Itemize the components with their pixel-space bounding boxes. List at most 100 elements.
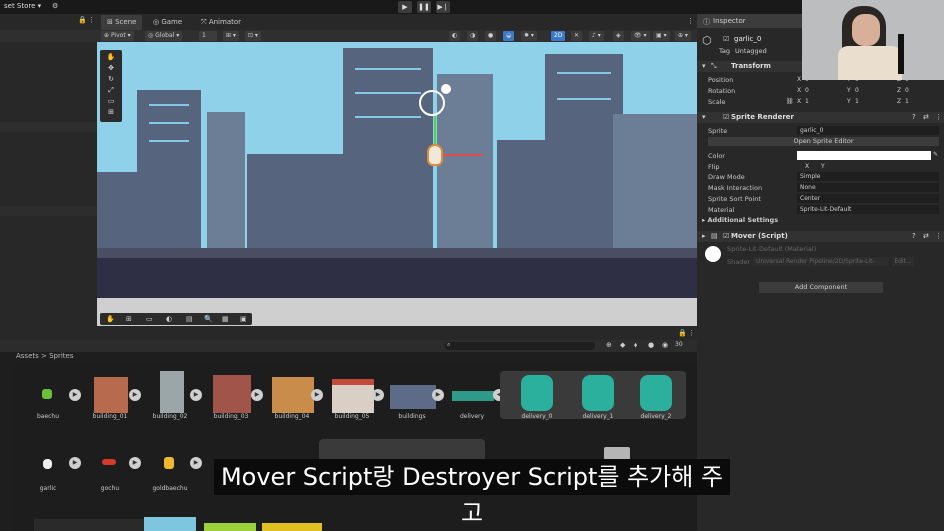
- more-icon[interactable]: ⋮: [687, 17, 694, 25]
- scale-tool-icon[interactable]: ⤢: [105, 86, 117, 95]
- hierarchy-row[interactable]: [0, 122, 97, 132]
- hand-tool-icon[interactable]: ✋: [105, 53, 117, 62]
- asset-item[interactable]: delivery_0: [509, 371, 565, 420]
- more-icon[interactable]: ⋮: [935, 232, 942, 240]
- expand-icon[interactable]: ▶: [129, 457, 141, 469]
- rect-icon[interactable]: ▭: [146, 315, 153, 323]
- grid-icon[interactable]: ⊞: [126, 315, 132, 323]
- mask-interaction-dropdown[interactable]: None: [797, 183, 939, 192]
- preset-icon[interactable]: ⇄: [923, 232, 929, 240]
- rotate-tool-icon[interactable]: ↻: [105, 75, 117, 84]
- rotation-z-field[interactable]: 0: [905, 87, 909, 94]
- tab-animator[interactable]: ⤧ Animator: [195, 15, 247, 30]
- grid-size-field[interactable]: 1: [199, 31, 217, 41]
- asset-item[interactable]: gochu: [82, 443, 138, 492]
- more-icon[interactable]: ⋮: [88, 16, 95, 24]
- object-name-field[interactable]: garlic_0: [734, 35, 761, 43]
- breadcrumb[interactable]: Assets > Sprites: [16, 352, 74, 360]
- type-filter-icon[interactable]: ◆: [620, 341, 625, 349]
- rotation-y-field[interactable]: 0: [855, 87, 859, 94]
- search-input[interactable]: [445, 342, 595, 350]
- scale-z-field[interactable]: 1: [905, 98, 909, 105]
- sprite-renderer-header[interactable]: ▾ ☑ Sprite Renderer ? ⇄ ⋮: [697, 112, 944, 123]
- brush-icon[interactable]: ▣: [240, 315, 247, 323]
- flip-y-checkbox[interactable]: Y: [821, 163, 825, 170]
- hidden-icon[interactable]: ●: [648, 341, 654, 349]
- asset-item[interactable]: delivery: [444, 371, 500, 420]
- asset-thumbnail[interactable]: [204, 523, 256, 531]
- audio-icon[interactable]: ♪ ▾: [589, 31, 604, 41]
- flip-x-checkbox[interactable]: X: [805, 163, 809, 170]
- gizmos-dropdown[interactable]: ⊕ ▾: [675, 31, 691, 41]
- play-button[interactable]: ▶: [398, 1, 412, 13]
- lock-icon[interactable]: 🔒: [678, 329, 687, 337]
- open-sprite-editor-button[interactable]: Open Sprite Editor: [708, 137, 939, 146]
- visibility-icon[interactable]: 👁 ▾: [631, 31, 650, 41]
- pivot-dropdown[interactable]: ⊕ Pivot ▾: [101, 31, 134, 41]
- asset-store-menu[interactable]: set Store ▾: [4, 2, 41, 10]
- lock-icon[interactable]: 🔒: [78, 16, 87, 24]
- tag-dropdown[interactable]: Untagged: [735, 47, 767, 55]
- asset-item[interactable]: baechu: [20, 371, 76, 420]
- shader-dropdown[interactable]: Universal Render Pipeline/2D/Sprite-Lit-: [753, 257, 889, 266]
- cloud-icon[interactable]: ⚙: [52, 2, 58, 10]
- move-tool-icon[interactable]: ✥: [105, 64, 117, 73]
- eyedropper-icon[interactable]: ✎: [933, 151, 938, 158]
- tab-inspector[interactable]: ⓘ Inspector: [697, 14, 802, 28]
- zoom-icon[interactable]: 🔍: [204, 315, 213, 323]
- more-icon[interactable]: ⋮: [688, 329, 695, 337]
- hand-icon[interactable]: ✋: [106, 315, 115, 323]
- layers-icon[interactable]: ▤: [186, 315, 193, 323]
- preset-icon[interactable]: ⇄: [923, 113, 929, 121]
- tab-game[interactable]: ◎ Game: [147, 15, 188, 30]
- label-filter-icon[interactable]: ⬧: [634, 341, 637, 350]
- gizmo-icon[interactable]: ✹ ▾: [521, 31, 537, 41]
- asset-thumbnail[interactable]: [262, 523, 322, 531]
- edit-shader-button[interactable]: Edit...: [892, 257, 914, 266]
- asset-thumbnail[interactable]: [144, 517, 196, 531]
- garlic-sprite[interactable]: [427, 144, 443, 166]
- enabled-checkbox[interactable]: ☑: [723, 113, 729, 121]
- pause-button[interactable]: ❚❚: [417, 1, 431, 13]
- expand-icon[interactable]: ▶: [190, 457, 202, 469]
- camera-icon[interactable]: ▣ ▾: [653, 31, 670, 41]
- rotate-icon[interactable]: ◐: [166, 315, 172, 323]
- asset-item[interactable]: [34, 519, 144, 531]
- scene-view[interactable]: [97, 42, 697, 326]
- additional-settings-foldout[interactable]: ▸ Additional Settings: [702, 216, 778, 224]
- rotation-x-field[interactable]: 0: [805, 87, 809, 94]
- expand-icon[interactable]: ▶: [432, 389, 444, 401]
- asset-item[interactable]: garlic: [20, 443, 76, 492]
- lighting-icon[interactable]: ●: [485, 31, 497, 41]
- expand-icon[interactable]: ▶: [129, 389, 141, 401]
- expand-icon[interactable]: ▶: [251, 389, 263, 401]
- filter-icon[interactable]: ⊕: [606, 341, 612, 349]
- enabled-checkbox[interactable]: ☑: [723, 232, 729, 240]
- asset-item[interactable]: delivery_2: [628, 371, 684, 420]
- help-icon[interactable]: ?: [912, 232, 916, 240]
- draw-mode-icon[interactable]: ◐: [449, 31, 461, 41]
- light-toggle-icon[interactable]: ✕: [571, 31, 583, 41]
- render-icon[interactable]: ◒: [503, 31, 515, 41]
- more-icon[interactable]: ⋮: [935, 113, 942, 121]
- shading-icon[interactable]: ◑: [467, 31, 479, 41]
- add-component-button[interactable]: Add Component: [759, 282, 883, 293]
- asset-item[interactable]: goldbaechu: [142, 443, 198, 492]
- scale-y-field[interactable]: 1: [855, 98, 859, 105]
- tab-scene[interactable]: ⊞ Scene: [101, 15, 143, 30]
- grid-dropdown[interactable]: ⊡ ▾: [245, 31, 261, 41]
- expand-icon[interactable]: ▶: [311, 389, 323, 401]
- expand-icon[interactable]: ▶: [69, 389, 81, 401]
- rect-tool-icon[interactable]: ▭: [105, 97, 117, 106]
- expand-icon[interactable]: ▶: [69, 457, 81, 469]
- link-icon[interactable]: ⛓: [786, 98, 794, 105]
- hierarchy-row[interactable]: [0, 206, 97, 216]
- snap-dropdown[interactable]: ⊞ ▾: [223, 31, 239, 41]
- sort-point-dropdown[interactable]: Center: [797, 194, 939, 203]
- asset-item[interactable]: delivery_1: [570, 371, 626, 420]
- global-dropdown[interactable]: ◎ Global ▾: [145, 31, 183, 41]
- 2d-toggle[interactable]: 2D: [551, 31, 566, 41]
- transform-tool-icon[interactable]: ⊞: [105, 108, 117, 117]
- active-checkbox[interactable]: ☑: [723, 35, 729, 43]
- color-field[interactable]: [797, 151, 931, 160]
